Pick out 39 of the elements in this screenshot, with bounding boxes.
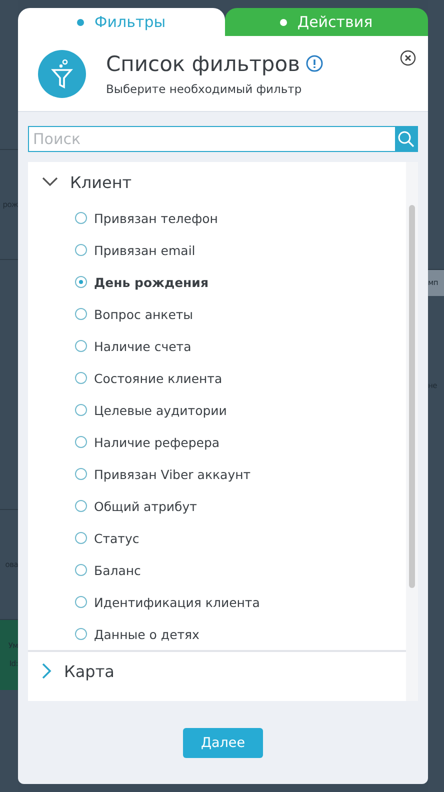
info-icon[interactable]	[306, 55, 323, 72]
radio-button[interactable]	[75, 276, 87, 288]
radio-button[interactable]	[75, 532, 87, 544]
close-icon[interactable]	[400, 50, 416, 66]
radio-button[interactable]	[75, 244, 87, 256]
filter-option[interactable]: День рождения	[94, 274, 208, 290]
filter-option[interactable]: Привязан телефон	[94, 210, 218, 226]
filter-option[interactable]: Данные о детях	[94, 626, 200, 642]
scrollbar-thumb[interactable]	[409, 205, 415, 588]
dialog-subtitle: Выберите необходимый фильтр	[106, 82, 303, 96]
group-label[interactable]: Карта	[64, 662, 114, 680]
radio-button[interactable]	[75, 628, 87, 640]
group-label[interactable]: Клиент	[70, 172, 132, 192]
chevron-right-icon[interactable]	[42, 663, 52, 679]
radio-button[interactable]	[75, 468, 87, 480]
filter-option[interactable]: Общий атрибут	[94, 498, 197, 514]
filter-option[interactable]: Вопрос анкеты	[94, 306, 194, 322]
filter-option[interactable]: Идентификация клиента	[94, 594, 260, 610]
radio-button[interactable]	[75, 372, 87, 384]
filter-option[interactable]: Наличие счета	[94, 338, 192, 354]
radio-button[interactable]	[75, 564, 87, 576]
chevron-down-icon[interactable]	[42, 177, 58, 187]
radio-button[interactable]	[75, 500, 87, 512]
radio-button[interactable]	[75, 340, 87, 352]
radio-button[interactable]	[75, 404, 87, 416]
radio-button[interactable]	[75, 212, 87, 224]
filter-option[interactable]: Привязан email	[94, 242, 196, 258]
radio-button[interactable]	[75, 436, 87, 448]
dialog-title: Список фильтров	[106, 52, 300, 76]
filter-option[interactable]: Целевые аудитории	[94, 402, 227, 418]
filter-option[interactable]: Привязан Viber аккаунт	[94, 466, 251, 482]
filter-option[interactable]: Состояние клиента	[94, 370, 222, 386]
filter-icon	[38, 50, 86, 98]
filter-option[interactable]: Наличие реферера	[94, 434, 220, 450]
filter-option[interactable]: Статус	[94, 530, 140, 546]
radio-button[interactable]	[75, 596, 87, 608]
filter-option[interactable]: Баланс	[94, 562, 141, 578]
radio-button[interactable]	[75, 308, 87, 320]
search-button[interactable]	[395, 127, 417, 151]
